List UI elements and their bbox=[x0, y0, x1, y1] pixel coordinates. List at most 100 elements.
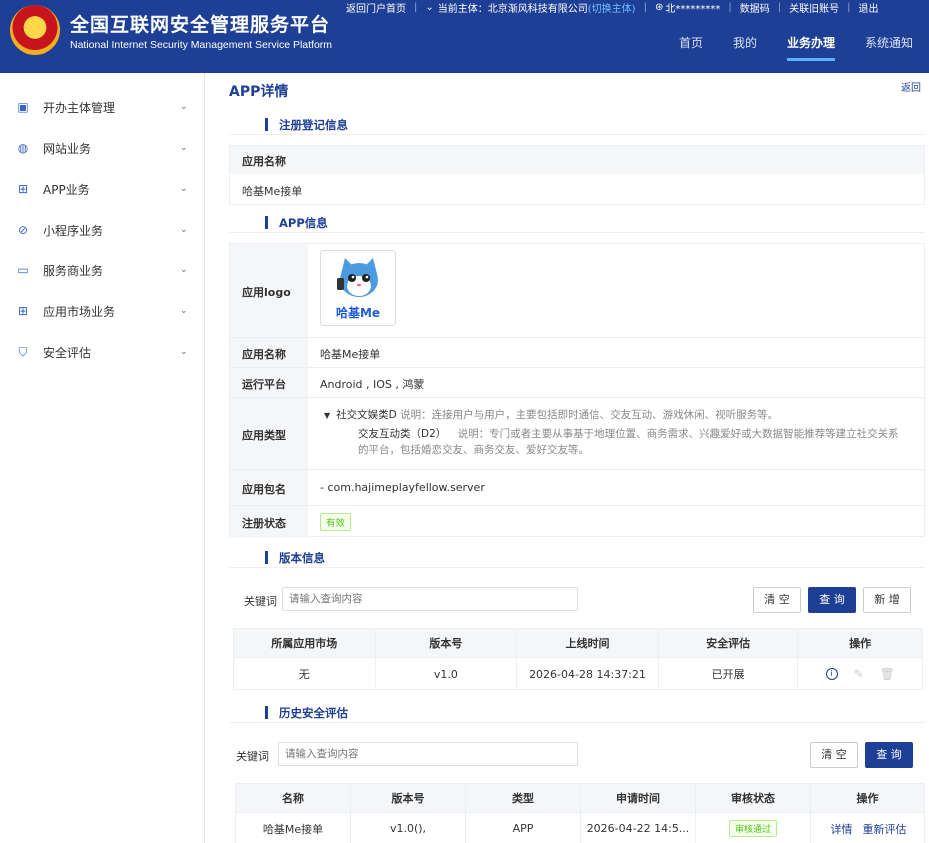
app-logo-label: 应用logo bbox=[242, 286, 291, 299]
reassess-link[interactable]: 重新评估 bbox=[863, 821, 907, 837]
compass-icon: ⊘ bbox=[17, 223, 29, 237]
status-badge: 有效 bbox=[320, 513, 352, 531]
version-search-row: 关键词 清 空 查 询 新 增 bbox=[229, 587, 925, 613]
logout-link[interactable]: 退出 bbox=[858, 0, 878, 15]
sidebar-item-label: 安全评估 bbox=[43, 345, 92, 360]
cell-name: 哈基Me接单 bbox=[236, 813, 351, 843]
app-name-label: 应用名称 bbox=[242, 348, 286, 361]
column-header: 上线时间 bbox=[517, 629, 659, 657]
type-sub-note-2: 的平台，包括婚恋交友、商务交友、爱好交友等。 bbox=[358, 444, 589, 456]
cell-assessment: 已开展 bbox=[659, 658, 799, 690]
clear-button[interactable]: 清 空 bbox=[753, 587, 801, 613]
grid-icon: ⊞ bbox=[17, 304, 29, 318]
current-subject: 当前主体：北京渐风科技有限公司 bbox=[437, 3, 588, 15]
sidebar-item-mini-program[interactable]: ⊘ 小程序业务 ⌄ bbox=[0, 210, 205, 250]
back-link[interactable]: 返回 bbox=[901, 79, 921, 94]
app-logo-row: 应用logo 哈基Me bbox=[230, 244, 924, 338]
chevron-down-icon: ⌄ bbox=[180, 306, 188, 316]
sidebar-item-security-assessment[interactable]: ⛉ 安全评估 ⌄ bbox=[0, 332, 205, 372]
cell-actions: i ✎ 🗑 bbox=[798, 658, 922, 690]
user-account[interactable]: 北********* bbox=[665, 0, 720, 15]
sidebar-item-label: 网站业务 bbox=[43, 141, 92, 156]
link-old-account-link[interactable]: 关联旧账号 bbox=[789, 0, 839, 15]
type-category-line: ▼ 社交文娱类D 说明：连接用户与用户，主要包括即时通信、交友互动、游戏休闲、视听… bbox=[324, 407, 914, 424]
type-sub-note-label: 说明： bbox=[457, 428, 490, 440]
registration-table: 应用名称 哈基Me接单 bbox=[229, 145, 925, 205]
sidebar-item-label: 应用市场业务 bbox=[43, 304, 116, 319]
chevron-down-icon: ⌄ bbox=[180, 184, 188, 194]
sidebar-item-app-market[interactable]: ⊞ 应用市场业务 ⌄ bbox=[0, 291, 205, 331]
nav-business[interactable]: 业务办理 bbox=[786, 34, 835, 61]
nav-home[interactable]: 首页 bbox=[679, 34, 703, 61]
package-value: - com.hajimeplayfellow.server bbox=[320, 481, 485, 494]
app-name-value: 哈基Me接单 bbox=[320, 348, 381, 361]
column-header: 名称 bbox=[236, 784, 351, 812]
cell-status: 审核通过 bbox=[696, 813, 811, 843]
section-bar bbox=[265, 118, 268, 131]
sidebar-item-label: 小程序业务 bbox=[43, 223, 104, 238]
keyword-label: 关键词 bbox=[236, 750, 269, 763]
switch-subject-link[interactable]: (切换主体) bbox=[588, 0, 636, 15]
sidebar-item-service-provider[interactable]: ▭ 服务商业务 ⌄ bbox=[0, 250, 205, 290]
history-search-row: 关键词 清 空 查 询 bbox=[229, 742, 925, 768]
cell-online-time: 2026-04-28 14:37:21 bbox=[517, 658, 659, 690]
edit-icon: ✎ bbox=[853, 667, 864, 681]
type-category-note-label: 说明： bbox=[400, 409, 432, 421]
cat-mascot-icon bbox=[337, 258, 378, 297]
app-type-value: ▼ 社交文娱类D 说明：连接用户与用户，主要包括即时通信、交友互动、游戏休闲、视听… bbox=[324, 407, 914, 458]
chevron-down-icon: ⌄ bbox=[180, 143, 188, 153]
cell-version: v1.0(), bbox=[351, 813, 466, 843]
divider: | bbox=[847, 1, 851, 13]
top-utility-bar: 返回门户首页 | ⌄ 当前主体：北京渐风科技有限公司 (切换主体) | ⊛ 北*… bbox=[346, 0, 878, 15]
sidebar-item-subject-management[interactable]: ▣ 开办主体管理 ⌄ bbox=[0, 87, 205, 127]
sidebar-item-app[interactable]: ⊞ APP业务 ⌄ bbox=[0, 169, 205, 209]
registration-app-name: 哈基Me接单 bbox=[242, 185, 303, 198]
nav-mine[interactable]: 我的 bbox=[733, 34, 757, 61]
digital-code-link[interactable]: 数据码 bbox=[740, 0, 770, 15]
app-logo-image: 哈基Me bbox=[320, 250, 396, 326]
clear-button[interactable]: 清 空 bbox=[810, 742, 858, 768]
chevron-down-icon: ⌄ bbox=[180, 225, 188, 235]
nav-notifications[interactable]: 系统通知 bbox=[865, 34, 913, 61]
grid-icon: ⊞ bbox=[17, 182, 29, 196]
section-versions: 版本信息 bbox=[229, 548, 925, 568]
cell-version: v1.0 bbox=[376, 658, 518, 690]
query-button[interactable]: 查 询 bbox=[865, 742, 913, 768]
history-search-input[interactable] bbox=[278, 742, 578, 766]
info-icon[interactable]: i bbox=[825, 668, 838, 680]
registration-header-label: 应用名称 bbox=[242, 155, 286, 168]
cell-market: 无 bbox=[234, 658, 376, 690]
chevron-down-icon[interactable]: ⌄ bbox=[425, 2, 433, 13]
app-type-row: 应用类型 ▼ 社交文娱类D 说明：连接用户与用户，主要包括即时通信、交友互动、游戏… bbox=[230, 398, 924, 470]
type-category-note: 连接用户与用户，主要包括即时通信、交友互动、游戏休闲、视听服务等。 bbox=[431, 409, 779, 421]
shield-icon: ⛉ bbox=[18, 345, 28, 359]
table-header: 名称 版本号 类型 申请时间 审核状态 操作 bbox=[236, 784, 924, 812]
registration-header: 应用名称 bbox=[230, 146, 924, 174]
column-header: 版本号 bbox=[351, 784, 466, 812]
column-header: 操作 bbox=[849, 637, 872, 650]
page-title: APP详情 bbox=[229, 84, 289, 100]
query-button[interactable]: 查 询 bbox=[808, 587, 856, 613]
section-bar bbox=[265, 216, 268, 229]
detail-link[interactable]: 详情 bbox=[831, 821, 853, 837]
chevron-down-icon: ⌄ bbox=[180, 347, 188, 357]
user-icon: ⊛ bbox=[654, 1, 664, 13]
national-emblem-logo bbox=[10, 5, 60, 55]
sidebar-item-label: APP业务 bbox=[43, 182, 90, 197]
keyword-label: 关键词 bbox=[244, 595, 277, 608]
caret-down-icon[interactable]: ▼ bbox=[324, 411, 330, 420]
section-title: APP信息 bbox=[279, 216, 328, 230]
section-bar bbox=[265, 551, 268, 564]
add-button[interactable]: 新 增 bbox=[863, 587, 911, 613]
section-app-info: APP信息 bbox=[229, 213, 925, 233]
section-title: 注册登记信息 bbox=[279, 118, 348, 132]
back-portal-link[interactable]: 返回门户首页 bbox=[346, 0, 406, 15]
sidebar-item-label: 服务商业务 bbox=[43, 263, 104, 278]
section-bar bbox=[265, 706, 268, 719]
cell-actions: 详情 重新评估 bbox=[811, 813, 924, 843]
version-search-input[interactable] bbox=[282, 587, 578, 611]
table-header: 所属应用市场 版本号 上线时间 安全评估 操作 bbox=[234, 629, 922, 657]
sidebar-item-website[interactable]: ◍ 网站业务 ⌄ bbox=[0, 128, 205, 168]
app-type-label: 应用类型 bbox=[242, 429, 286, 442]
table-row: 哈基Me接单 v1.0(), APP 2026-04-22 14:5... 审核… bbox=[236, 812, 924, 843]
